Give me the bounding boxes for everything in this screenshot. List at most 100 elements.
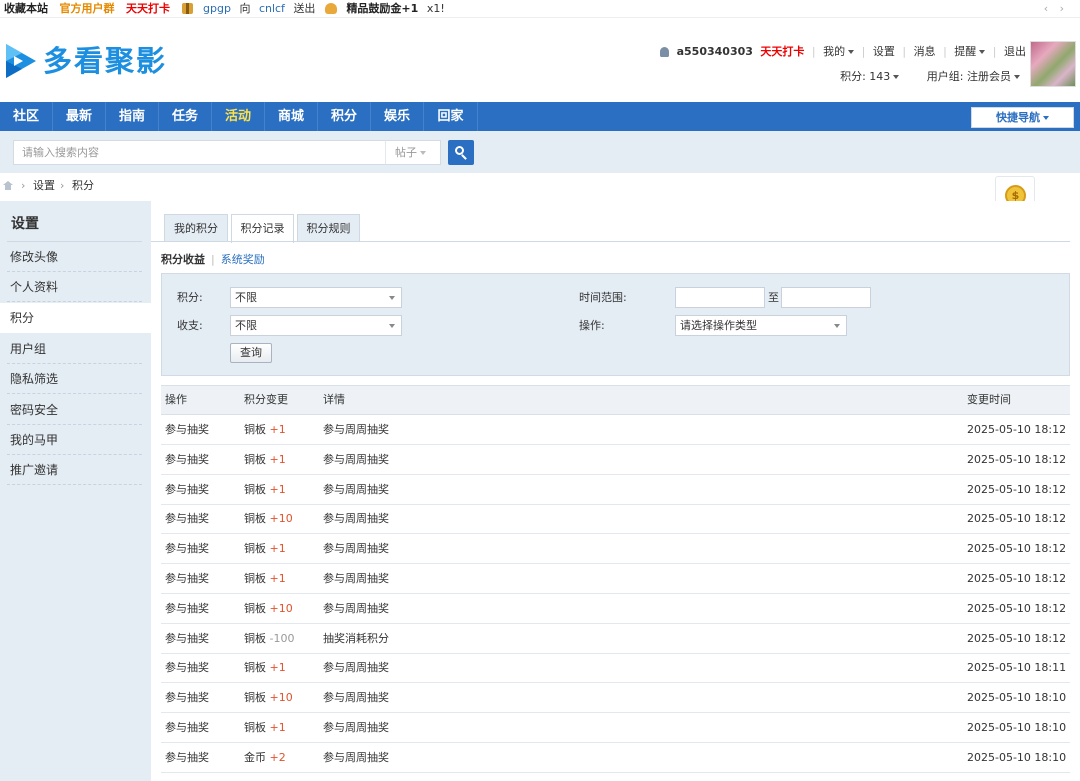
sidebar-item-invite[interactable]: 推广邀请 [0, 455, 151, 485]
nav-home[interactable]: 回家 [424, 102, 478, 131]
tab-my-points[interactable]: 我的积分 [164, 214, 228, 242]
messages-link[interactable]: 消息 [914, 45, 936, 59]
sidebar-item-usergroup[interactable]: 用户组 [0, 334, 151, 364]
home-icon[interactable] [3, 181, 13, 190]
nav-latest[interactable]: 最新 [53, 102, 106, 131]
nav-guide[interactable]: 指南 [106, 102, 159, 131]
user-links: a550340303 天天打卡 | 我的 | 设置 | 消息 | 提醒 | 退出 [660, 45, 1026, 59]
search-button[interactable] [448, 140, 474, 165]
my-menu-link[interactable]: 我的 [823, 45, 855, 59]
nav-entertainment[interactable]: 娱乐 [371, 102, 424, 131]
header-checkin-link[interactable]: 天天打卡 [760, 45, 804, 59]
row-detail: 参与周周抽奖 [323, 542, 389, 556]
time-start-input[interactable] [675, 287, 765, 308]
time-end-input[interactable] [781, 287, 871, 308]
bookmark-site-link[interactable]: 收藏本站 [4, 0, 48, 17]
table-row: 参与抽奖 铜板 +1 参与周周抽奖 2025-05-10 18:12 [161, 445, 1070, 475]
table-row: 参与抽奖 铜板 +1 参与周周抽奖 2025-05-10 18:12 [161, 534, 1070, 565]
daily-checkin-link[interactable]: 天天打卡 [126, 0, 170, 17]
row-time: 2025-05-10 18:10 [967, 721, 1067, 734]
table-row: 参与抽奖 铜板 +1 参与周周抽奖 2025-05-10 18:11 [161, 653, 1070, 684]
search-input[interactable]: 请输入搜索内容 [13, 140, 386, 165]
quick-nav-button[interactable]: 快捷导航 [971, 107, 1074, 128]
inout-filter-select[interactable]: 不限 [230, 315, 402, 336]
tab-points-rules[interactable]: 积分规则 [297, 214, 360, 242]
sidebar-item-points[interactable]: 积分 [0, 303, 151, 333]
row-change-amount: +10 [269, 512, 293, 526]
reminders-link[interactable]: 提醒 [954, 45, 986, 59]
row-operation: 参与抽奖 [165, 482, 209, 496]
row-operation: 参与抽奖 [165, 750, 209, 764]
settings-link[interactable]: 设置 [873, 45, 895, 59]
row-change: 铜板 +1 [244, 445, 286, 475]
row-change: 铜板 +1 [244, 653, 286, 683]
user-stats: 积分: 143 用户组: 注册会员 [840, 70, 1020, 84]
chevron-down-icon [848, 50, 855, 54]
row-change-amount: +10 [269, 691, 293, 705]
row-time: 2025-05-10 18:12 [967, 631, 1067, 645]
subtab-income[interactable]: 积分收益 [161, 253, 205, 266]
row-change: 铜板 +10 [244, 504, 293, 534]
nav-shop[interactable]: 商城 [265, 102, 318, 131]
inout-filter-label: 收支: [177, 319, 203, 332]
points-filter-select[interactable]: 不限 [230, 287, 402, 308]
row-time: 2025-05-10 18:12 [967, 601, 1067, 615]
sidebar-item-privacy[interactable]: 隐私筛选 [0, 364, 151, 394]
breadcrumb-settings[interactable]: 设置 [33, 173, 55, 199]
logout-link[interactable]: 退出 [1004, 45, 1026, 59]
sidebar-item-alias[interactable]: 我的马甲 [0, 425, 151, 455]
row-operation: 参与抽奖 [165, 423, 209, 436]
breadcrumb-points[interactable]: 积分 [72, 173, 94, 199]
subtab-system-reward[interactable]: 系统奖励 [221, 253, 265, 266]
row-change-type: 铜板 [244, 423, 266, 436]
money-bag-icon [324, 3, 337, 14]
notice-nav-arrows[interactable]: ‹ › [1044, 0, 1068, 17]
nav-events[interactable]: 活动 [212, 102, 265, 131]
row-change-type: 铜板 [244, 691, 266, 705]
gift-receiver-link[interactable]: cnlcf [259, 0, 285, 17]
site-logo[interactable]: 多看聚影 [2, 41, 170, 81]
row-operation: 参与抽奖 [165, 661, 209, 675]
row-time: 2025-05-10 18:12 [967, 482, 1067, 496]
row-operation: 参与抽奖 [165, 601, 209, 615]
search-type-select[interactable]: 帖子 [385, 140, 441, 165]
operation-select[interactable]: 请选择操作类型 [675, 315, 847, 336]
row-operation: 参与抽奖 [165, 572, 209, 585]
site-header: 多看聚影 a550340303 天天打卡 | 我的 | 设置 | 消息 | 提醒… [0, 17, 1080, 102]
official-user-group-link[interactable]: 官方用户群 [60, 0, 115, 17]
tab-points-log[interactable]: 积分记录 [231, 214, 294, 243]
header-operation: 操作 [165, 393, 187, 406]
row-detail: 参与周周抽奖 [323, 482, 389, 496]
username-link[interactable]: a550340303 [677, 45, 753, 59]
user-group-menu[interactable]: 用户组: 注册会员 [927, 70, 1020, 84]
table-row: 参与抽奖 铜板 +1 参与周周抽奖 2025-05-10 18:12 [161, 564, 1070, 594]
filter-panel: 积分: 不限 收支: 不限 时间范围: 至 操作: 请选择操作类型 查询 [161, 273, 1070, 376]
row-detail: 参与周周抽奖 [323, 601, 389, 615]
row-detail: 参与周周抽奖 [323, 721, 389, 734]
sidebar-item-security[interactable]: 密码安全 [0, 395, 151, 425]
row-time: 2025-05-10 18:11 [967, 661, 1067, 675]
main-nav: 社区 最新 指南 任务 活动 商城 积分 娱乐 回家 快捷导航 [0, 102, 1080, 131]
main-content: 我的积分 积分记录 积分规则 积分收益 | 系统奖励 积分: 不限 收支: 不限 时… [151, 201, 1080, 781]
row-operation: 参与抽奖 [165, 631, 209, 645]
row-operation: 参与抽奖 [165, 691, 209, 705]
row-time: 2025-05-10 18:12 [967, 542, 1067, 556]
row-change: 铜板 +10 [244, 594, 293, 624]
points-menu[interactable]: 积分: 143 [840, 70, 900, 84]
avatar[interactable] [1030, 41, 1076, 87]
nav-points[interactable]: 积分 [318, 102, 371, 131]
operation-label: 操作: [579, 319, 605, 332]
nav-tasks[interactable]: 任务 [159, 102, 212, 131]
table-row: 参与抽奖 铜板 +1 参与周周抽奖 2025-05-10 18:12 [161, 415, 1070, 445]
row-change-type: 铜板 [244, 482, 266, 496]
query-button[interactable]: 查询 [230, 343, 272, 363]
row-detail: 参与周周抽奖 [323, 512, 389, 526]
row-change: 铜板 +1 [244, 534, 286, 564]
sidebar-item-avatar[interactable]: 修改头像 [0, 242, 151, 272]
row-time: 2025-05-10 18:12 [967, 423, 1067, 436]
row-detail: 参与周周抽奖 [323, 750, 389, 764]
nav-community[interactable]: 社区 [0, 102, 53, 131]
gift-sender-link[interactable]: gpgp [203, 0, 231, 17]
row-detail: 参与周周抽奖 [323, 691, 389, 705]
sidebar-item-profile[interactable]: 个人资料 [0, 272, 151, 302]
